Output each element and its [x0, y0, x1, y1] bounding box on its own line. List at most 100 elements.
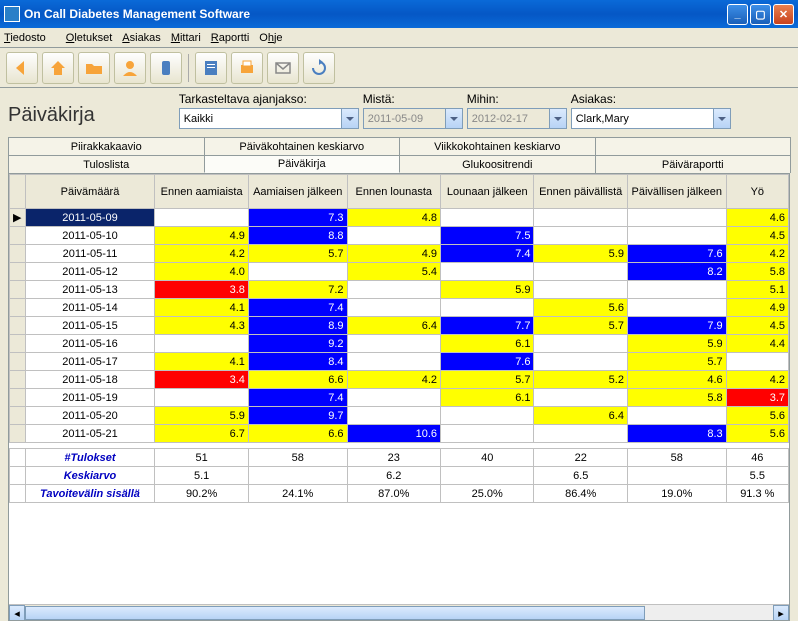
menu-asiakas[interactable]: Asiakas — [122, 32, 161, 44]
value-cell[interactable] — [441, 209, 534, 227]
meter-button[interactable] — [150, 52, 182, 84]
value-cell[interactable]: 4.8 — [347, 209, 440, 227]
value-cell[interactable]: 4.0 — [155, 263, 248, 281]
tab-Viikkokohtainen keskiarvo[interactable]: Viikkokohtainen keskiarvo — [399, 137, 596, 155]
value-cell[interactable]: 5.7 — [248, 245, 347, 263]
value-cell[interactable] — [534, 335, 627, 353]
value-cell[interactable]: 4.2 — [155, 245, 248, 263]
value-cell[interactable]: 7.4 — [248, 299, 347, 317]
value-cell[interactable]: 4.4 — [726, 335, 788, 353]
value-cell[interactable]: 5.9 — [627, 335, 726, 353]
value-cell[interactable]: 6.4 — [534, 407, 627, 425]
tab-Tuloslista[interactable]: Tuloslista — [8, 155, 205, 173]
date-cell[interactable]: 2011-05-09 — [25, 209, 155, 227]
value-cell[interactable]: 4.3 — [155, 317, 248, 335]
table-row[interactable]: 2011-05-144.17.45.64.9 — [10, 299, 789, 317]
value-cell[interactable]: 5.7 — [627, 353, 726, 371]
value-cell[interactable]: 5.9 — [155, 407, 248, 425]
value-cell[interactable] — [155, 209, 248, 227]
value-cell[interactable]: 7.7 — [441, 317, 534, 335]
value-cell[interactable]: 9.2 — [248, 335, 347, 353]
horizontal-scrollbar[interactable]: ◂ ▸ — [9, 604, 789, 620]
value-cell[interactable]: 6.6 — [248, 371, 347, 389]
value-cell[interactable] — [726, 353, 788, 371]
menu-ohje[interactable]: Ohje — [259, 32, 282, 44]
value-cell[interactable] — [534, 209, 627, 227]
value-cell[interactable]: 6.1 — [441, 335, 534, 353]
scroll-left-button[interactable]: ◂ — [9, 605, 25, 621]
value-cell[interactable]: 4.9 — [726, 299, 788, 317]
value-cell[interactable]: 7.3 — [248, 209, 347, 227]
value-cell[interactable]: 10.6 — [347, 425, 440, 443]
tab-Glukoositrendi[interactable]: Glukoositrendi — [399, 155, 596, 173]
value-cell[interactable] — [347, 227, 440, 245]
value-cell[interactable]: 7.4 — [441, 245, 534, 263]
mail-button[interactable] — [267, 52, 299, 84]
value-cell[interactable]: 5.4 — [347, 263, 440, 281]
tab-empty[interactable] — [595, 137, 792, 155]
value-cell[interactable]: 4.9 — [155, 227, 248, 245]
close-button[interactable]: ✕ — [773, 4, 794, 25]
value-cell[interactable]: 6.1 — [441, 389, 534, 407]
value-cell[interactable]: 4.9 — [347, 245, 440, 263]
value-cell[interactable]: 5.8 — [726, 263, 788, 281]
scroll-right-button[interactable]: ▸ — [773, 605, 789, 621]
value-cell[interactable]: 6.7 — [155, 425, 248, 443]
folder-button[interactable] — [78, 52, 110, 84]
value-cell[interactable]: 7.6 — [627, 245, 726, 263]
date-cell[interactable]: 2011-05-17 — [25, 353, 155, 371]
scroll-thumb[interactable] — [25, 606, 645, 620]
value-cell[interactable] — [534, 425, 627, 443]
date-cell[interactable]: 2011-05-21 — [25, 425, 155, 443]
value-cell[interactable]: 4.6 — [726, 209, 788, 227]
scroll-track[interactable] — [645, 605, 773, 620]
tab-Päiväraportti[interactable]: Päiväraportti — [595, 155, 792, 173]
date-cell[interactable]: 2011-05-14 — [25, 299, 155, 317]
value-cell[interactable]: 5.6 — [726, 407, 788, 425]
value-cell[interactable] — [347, 353, 440, 371]
value-cell[interactable]: 5.9 — [441, 281, 534, 299]
value-cell[interactable]: 8.4 — [248, 353, 347, 371]
column-header[interactable]: Ennen päivällistä — [534, 175, 627, 209]
value-cell[interactable] — [627, 209, 726, 227]
table-row[interactable]: 2011-05-16 9.2 6.1 5.94.4 — [10, 335, 789, 353]
value-cell[interactable] — [534, 281, 627, 299]
value-cell[interactable] — [627, 299, 726, 317]
column-header[interactable]: Ennen lounasta — [347, 175, 440, 209]
value-cell[interactable]: 4.5 — [726, 227, 788, 245]
value-cell[interactable]: 5.7 — [534, 317, 627, 335]
print-button[interactable] — [231, 52, 263, 84]
value-cell[interactable] — [534, 353, 627, 371]
menu-oletukset[interactable]: Oletukset — [66, 32, 112, 44]
value-cell[interactable]: 4.2 — [726, 245, 788, 263]
table-row[interactable]: 2011-05-154.38.96.47.75.77.94.5 — [10, 317, 789, 335]
value-cell[interactable] — [441, 425, 534, 443]
column-header[interactable]: Päivällisen jälkeen — [627, 175, 726, 209]
report-button[interactable] — [195, 52, 227, 84]
table-row[interactable]: 2011-05-124.05.48.25.8 — [10, 263, 789, 281]
date-cell[interactable]: 2011-05-20 — [25, 407, 155, 425]
value-cell[interactable]: 7.9 — [627, 317, 726, 335]
maximize-button[interactable]: ▢ — [750, 4, 771, 25]
table-row[interactable]: 2011-05-114.25.74.97.45.97.64.2 — [10, 245, 789, 263]
value-cell[interactable]: 3.8 — [155, 281, 248, 299]
value-cell[interactable] — [534, 227, 627, 245]
back-button[interactable] — [6, 52, 38, 84]
column-header[interactable]: Lounaan jälkeen — [441, 175, 534, 209]
value-cell[interactable]: 4.1 — [155, 299, 248, 317]
value-cell[interactable] — [534, 263, 627, 281]
value-cell[interactable]: 5.8 — [627, 389, 726, 407]
date-cell[interactable]: 2011-05-16 — [25, 335, 155, 353]
value-cell[interactable]: 4.6 — [627, 371, 726, 389]
column-header[interactable]: Päivämäärä — [25, 175, 155, 209]
minimize-button[interactable]: _ — [727, 4, 748, 25]
tab-Päiväkohtainen keskiarvo[interactable]: Päiväkohtainen keskiarvo — [204, 137, 401, 155]
value-cell[interactable] — [347, 299, 440, 317]
value-cell[interactable]: 4.2 — [726, 371, 788, 389]
date-cell[interactable]: 2011-05-11 — [25, 245, 155, 263]
to-date[interactable]: 2012-02-17 — [467, 108, 567, 129]
value-cell[interactable] — [347, 335, 440, 353]
refresh-button[interactable] — [303, 52, 335, 84]
value-cell[interactable]: 8.3 — [627, 425, 726, 443]
menu-tiedosto[interactable]: Tiedosto — [4, 32, 56, 44]
